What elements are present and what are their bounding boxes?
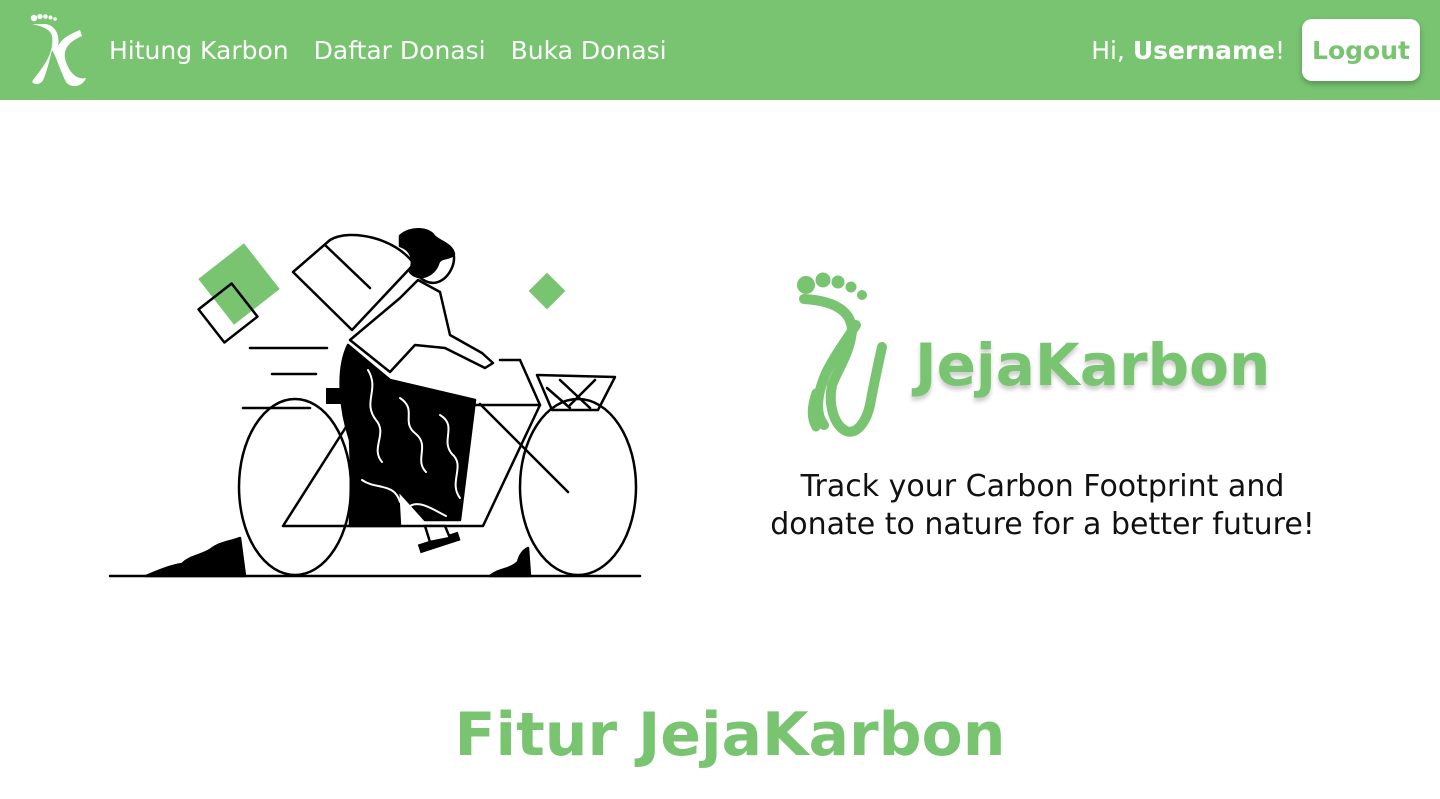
navbar: Hitung Karbon Daftar Donasi Buka Donasi … xyxy=(0,0,1440,100)
nav-link-daftar-donasi[interactable]: Daftar Donasi xyxy=(314,36,486,65)
nav-links: Hitung Karbon Daftar Donasi Buka Donasi xyxy=(109,0,692,100)
greeting-suffix: ! xyxy=(1274,35,1285,65)
brand-block: JejaKarbon xyxy=(790,265,1270,445)
features-title: Fitur JejaKarbon xyxy=(454,700,1006,770)
logout-button[interactable]: Logout xyxy=(1302,19,1420,81)
tagline-line-1: Track your Carbon Footprint and xyxy=(800,469,1285,504)
cyclist-illustration-icon xyxy=(108,228,642,578)
hero-tagline: Track your Carbon Footprint and donate t… xyxy=(770,468,1315,544)
tagline-line-2: donate to nature for a better future! xyxy=(770,507,1315,542)
footprint-icon xyxy=(797,272,887,437)
jejakarbon-logo-icon[interactable] xyxy=(26,12,88,88)
nav-link-buka-donasi[interactable]: Buka Donasi xyxy=(511,36,667,65)
username: Username xyxy=(1132,35,1275,65)
greeting-prefix: Hi, xyxy=(1091,35,1133,65)
nav-link-hitung-karbon[interactable]: Hitung Karbon xyxy=(109,36,289,65)
user-greeting: Hi, Username! xyxy=(1091,0,1285,100)
brand-name: JejaKarbon xyxy=(915,331,1271,399)
